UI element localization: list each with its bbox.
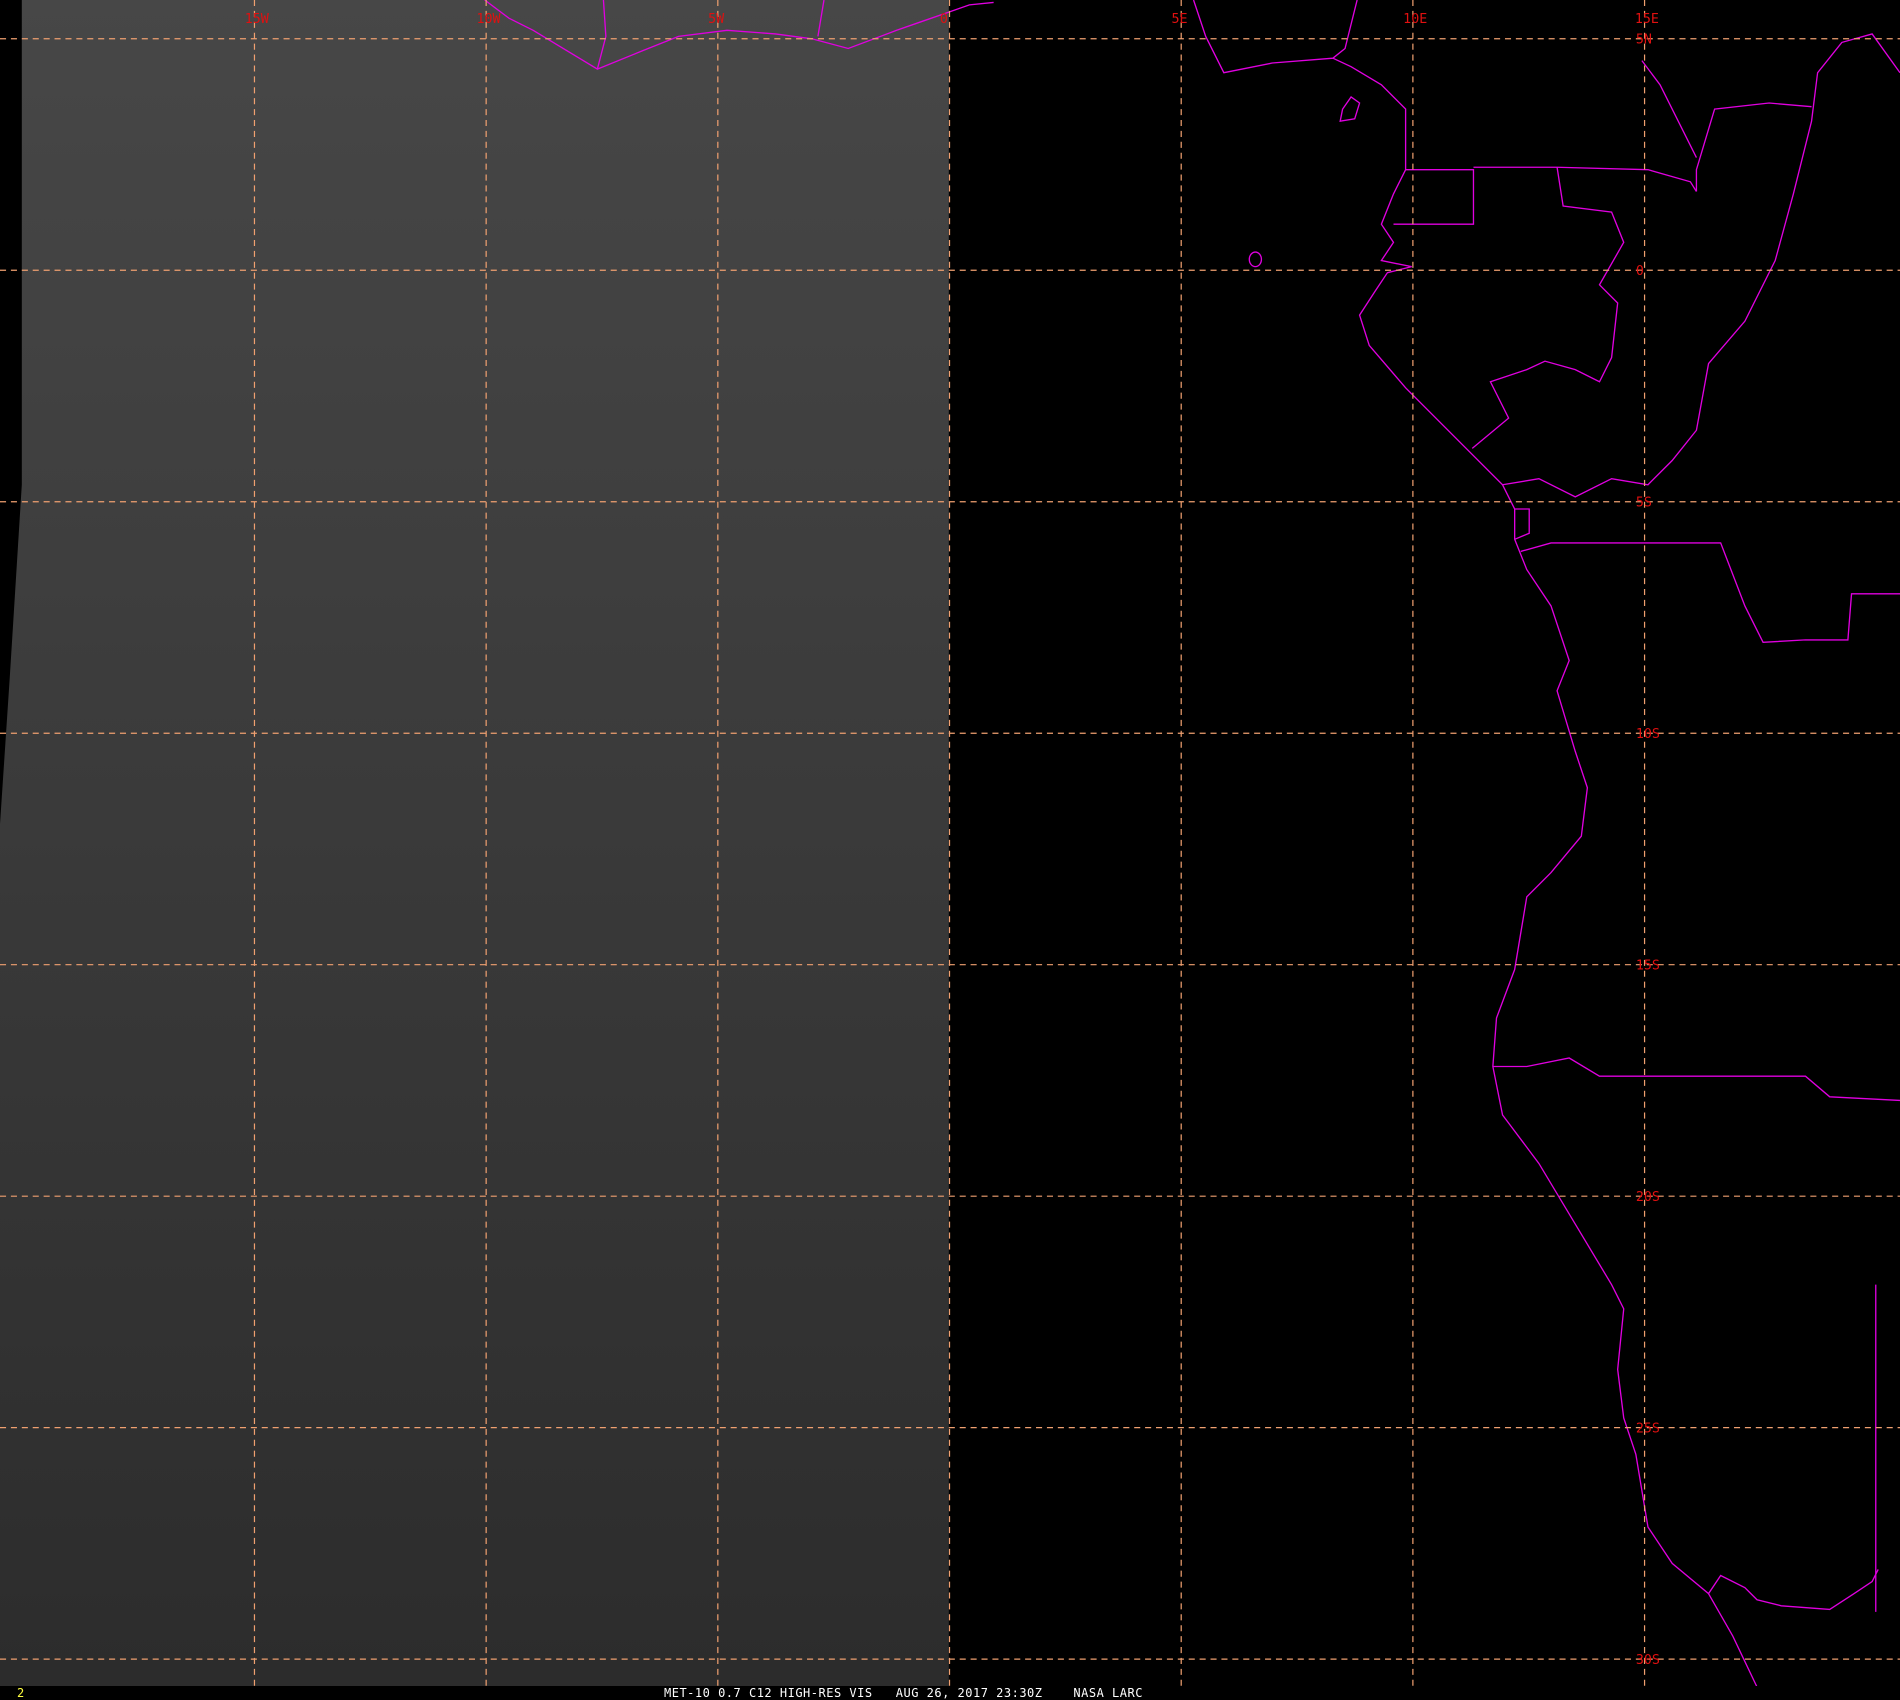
longitude-label: 10E [1403, 12, 1427, 27]
latitude-label: 10S [1636, 727, 1660, 742]
frame-number: 2 [17, 1686, 25, 1700]
longitude-label: 5E [1172, 12, 1188, 27]
longitude-label: 15W [245, 12, 270, 27]
border [1393, 169, 1475, 225]
status-bar: 2 MET-10 0.7 C12 HIGH-RES VIS AUG 26, 20… [0, 1686, 1900, 1700]
latitude-label: 5S [1636, 496, 1652, 511]
longitude-label: 15E [1635, 12, 1659, 27]
border [1492, 1057, 1900, 1102]
latitude-label: 30S [1636, 1653, 1660, 1668]
latitude-label: 0 [1636, 264, 1644, 279]
image-caption: MET-10 0.7 C12 HIGH-RES VIS AUG 26, 2017… [664, 1686, 1143, 1700]
island [1339, 96, 1361, 123]
africa-west-coast [1192, 0, 1358, 74]
longitude-label: 10W [476, 12, 501, 27]
border [1641, 60, 1698, 158]
border [1471, 167, 1625, 449]
border [1473, 166, 1697, 192]
border [1695, 102, 1812, 192]
satellite-map-view[interactable]: 15W 10W 5W 0 5E 10E 15E 5N 0 5S 10S 15S 20S 25S 30S 2 … [0, 0, 1900, 1700]
visible-imagery-region [0, 0, 949, 1687]
border [1520, 542, 1900, 644]
latitude-label: 15S [1636, 959, 1660, 974]
latitude-label: 25S [1636, 1421, 1660, 1436]
latitude-label: 5N [1636, 33, 1652, 48]
longitude-label: 5W [708, 12, 725, 27]
border [1502, 33, 1900, 498]
longitude-label: 0 [940, 12, 948, 27]
latitude-label: 20S [1636, 1190, 1660, 1205]
map-canvas: 15W 10W 5W 0 5E 10E 15E 5N 0 5S 10S 15S 20S 25S 30S [0, 0, 1900, 1687]
island [1248, 251, 1263, 268]
border [1514, 508, 1530, 540]
border [1707, 1593, 1758, 1687]
